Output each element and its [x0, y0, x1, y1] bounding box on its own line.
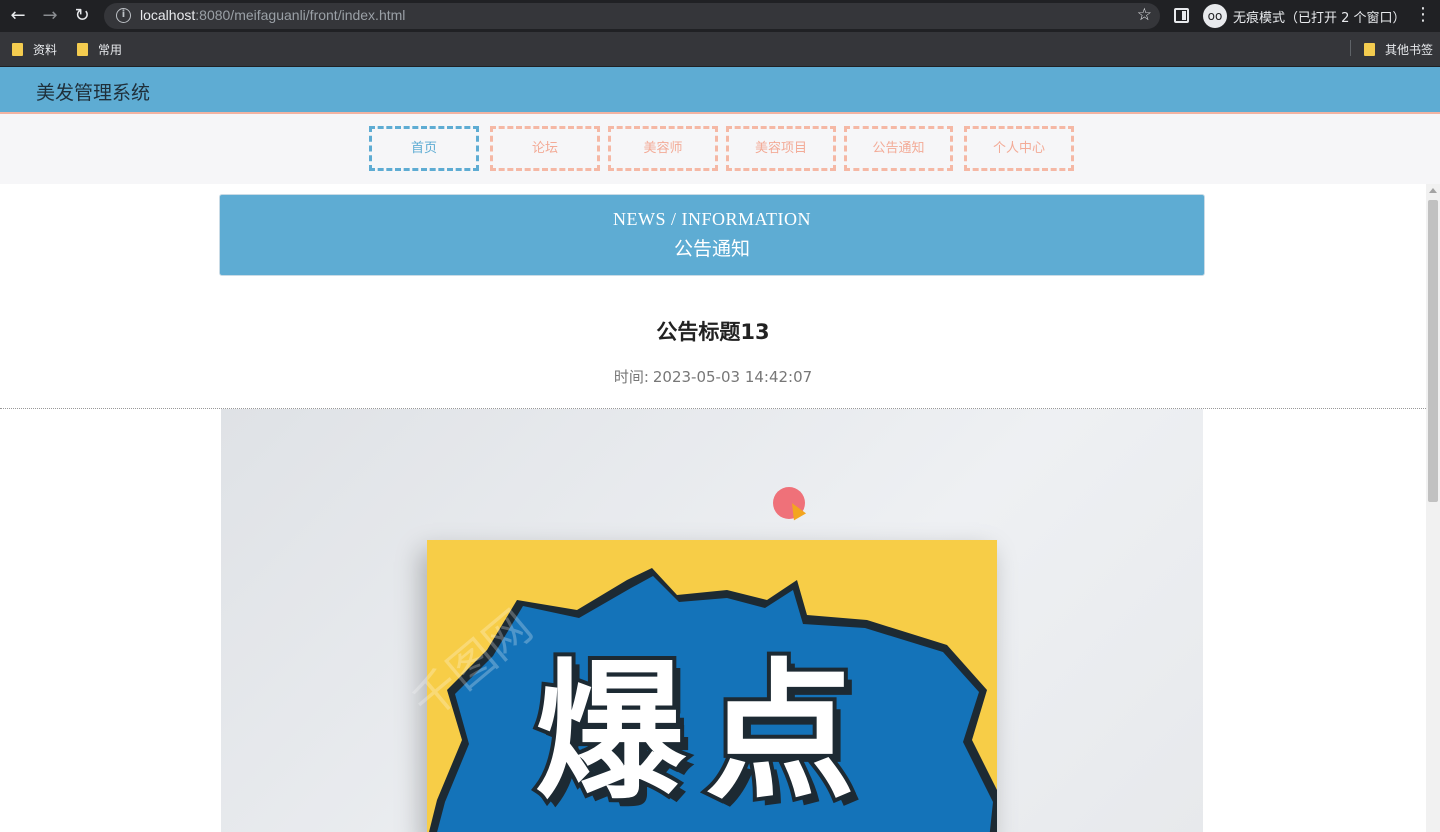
incognito-icon[interactable]: oo [1203, 4, 1227, 28]
address-bar[interactable]: i localhost:8080/meifaguanli/front/index… [104, 3, 1160, 29]
nav-forum[interactable]: 论坛 [490, 126, 600, 171]
folder-icon [1364, 43, 1375, 56]
news-banner: NEWS / INFORMATION 公告通知 [219, 194, 1205, 276]
reload-icon[interactable]: ↻ [70, 4, 94, 28]
main-nav: 首页 论坛 美容师 美容项目 公告通知 个人中心 [0, 114, 1440, 184]
nav-services[interactable]: 美容项目 [726, 126, 836, 171]
site-header: 美发管理系统 [0, 67, 1440, 114]
scroll-thumb[interactable] [1428, 200, 1438, 502]
article-time: 时间: 2023-05-03 14:42:07 [0, 366, 1426, 387]
bookmark-folder-2[interactable]: 常用 [77, 41, 122, 58]
folder-icon [77, 43, 88, 56]
browser-menu-icon[interactable]: ⋮ [1414, 4, 1432, 25]
incognito-label[interactable]: 无痕模式（已打开 2 个窗口） [1233, 7, 1406, 26]
forward-arrow-icon[interactable]: → [38, 4, 62, 28]
scroll-up-arrow-icon[interactable] [1429, 188, 1437, 193]
banner-chinese-title: 公告通知 [673, 238, 750, 260]
time-value: 2023-05-03 14:42:07 [652, 368, 813, 386]
article-title: 公告标题13 [656, 320, 770, 344]
bookmark-separator [1350, 40, 1351, 56]
url-text[interactable]: localhost:8080/meifaguanli/front/index.h… [140, 7, 405, 23]
bookmarks-bar: 资料 常用 其他书签 [0, 32, 1440, 67]
browser-toolbar: ← → ↻ i localhost:8080/meifaguanli/front… [0, 0, 1440, 32]
nav-stylists[interactable]: 美容师 [608, 126, 718, 171]
time-label: 时间: [613, 368, 649, 386]
nav-profile[interactable]: 个人中心 [964, 126, 1074, 171]
site-title: 美发管理系统 [36, 82, 151, 104]
back-arrow-icon[interactable]: ← [6, 4, 30, 28]
folder-icon [12, 43, 23, 56]
site-info-icon[interactable]: i [116, 8, 131, 23]
nav-home[interactable]: 首页 [369, 126, 479, 171]
other-bookmarks[interactable]: 其他书签 [1364, 41, 1433, 58]
bookmark-folder-1[interactable]: 资料 [12, 41, 57, 58]
poster-headline: 爆点 [531, 646, 876, 820]
banner-english-title: NEWS / INFORMATION [613, 209, 811, 229]
poster-image: 爆点 [427, 540, 997, 832]
page-scrollbar[interactable] [1426, 184, 1440, 832]
bookmark-star-icon[interactable]: ☆ [1137, 5, 1152, 25]
article-image: 爆点 千图网 [221, 409, 1203, 832]
nav-announcements[interactable]: 公告通知 [844, 126, 953, 171]
side-panel-icon[interactable] [1174, 8, 1189, 23]
